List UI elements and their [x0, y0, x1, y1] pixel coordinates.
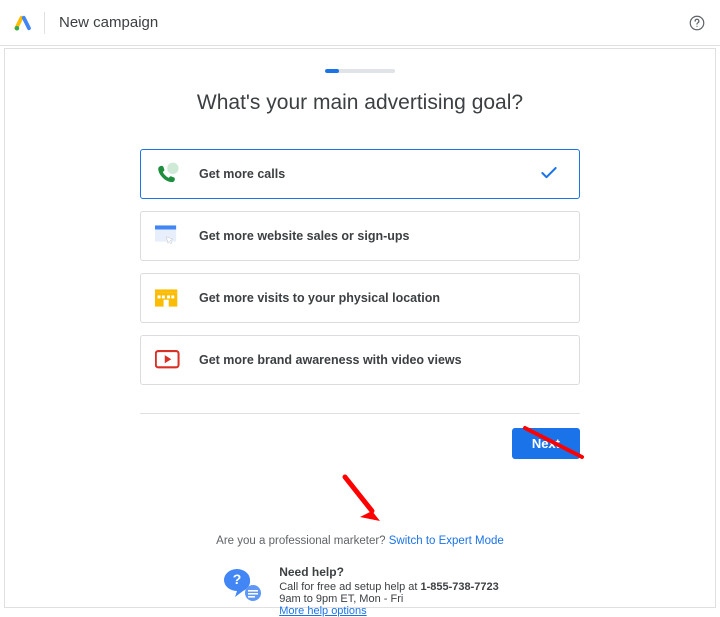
- goal-option-video[interactable]: Get more brand awareness with video view…: [140, 335, 580, 385]
- video-play-icon: [155, 350, 187, 370]
- help-icon[interactable]: [688, 14, 706, 32]
- google-ads-logo-icon: [14, 14, 32, 32]
- help-title: Need help?: [279, 565, 499, 579]
- check-icon: [539, 163, 559, 186]
- header-title: New campaign: [59, 14, 158, 31]
- main-panel: What's your main advertising goal? Get m…: [4, 48, 716, 608]
- browser-click-icon: [155, 225, 187, 247]
- chat-help-icon: ?: [221, 565, 265, 605]
- page-title: What's your main advertising goal?: [5, 91, 715, 115]
- expert-mode-row: Are you a professional marketer? Switch …: [5, 535, 715, 547]
- divider: [44, 12, 45, 34]
- goal-option-label: Get more calls: [199, 167, 285, 181]
- divider: [140, 413, 580, 414]
- goal-option-website[interactable]: Get more website sales or sign-ups: [140, 211, 580, 261]
- header: New campaign: [0, 0, 720, 46]
- phone-icon: [155, 161, 187, 187]
- help-hours: 9am to 9pm ET, Mon - Fri: [279, 593, 499, 605]
- switch-expert-mode-link[interactable]: Switch to Expert Mode: [389, 535, 504, 547]
- store-icon: [155, 287, 187, 309]
- goal-option-calls[interactable]: Get more calls: [140, 149, 580, 199]
- goal-option-label: Get more website sales or sign-ups: [199, 229, 409, 243]
- more-help-link[interactable]: More help options: [279, 605, 366, 617]
- help-phone-line: Call for free ad setup help at 1-855-738…: [279, 581, 499, 593]
- expert-prompt: Are you a professional marketer?: [216, 535, 389, 547]
- annotation-arrow-icon: [330, 471, 390, 527]
- goal-options: Get more calls Get more website sales or…: [140, 149, 580, 385]
- goal-option-label: Get more visits to your physical locatio…: [199, 291, 440, 305]
- svg-text:?: ?: [233, 571, 242, 587]
- goal-option-location[interactable]: Get more visits to your physical locatio…: [140, 273, 580, 323]
- next-button[interactable]: Next: [512, 428, 580, 459]
- progress-bar: [325, 69, 395, 73]
- help-phone: 1-855-738-7723: [420, 581, 498, 593]
- goal-option-label: Get more brand awareness with video view…: [199, 353, 462, 367]
- help-section: ? Need help? Call for free ad setup help…: [5, 565, 715, 617]
